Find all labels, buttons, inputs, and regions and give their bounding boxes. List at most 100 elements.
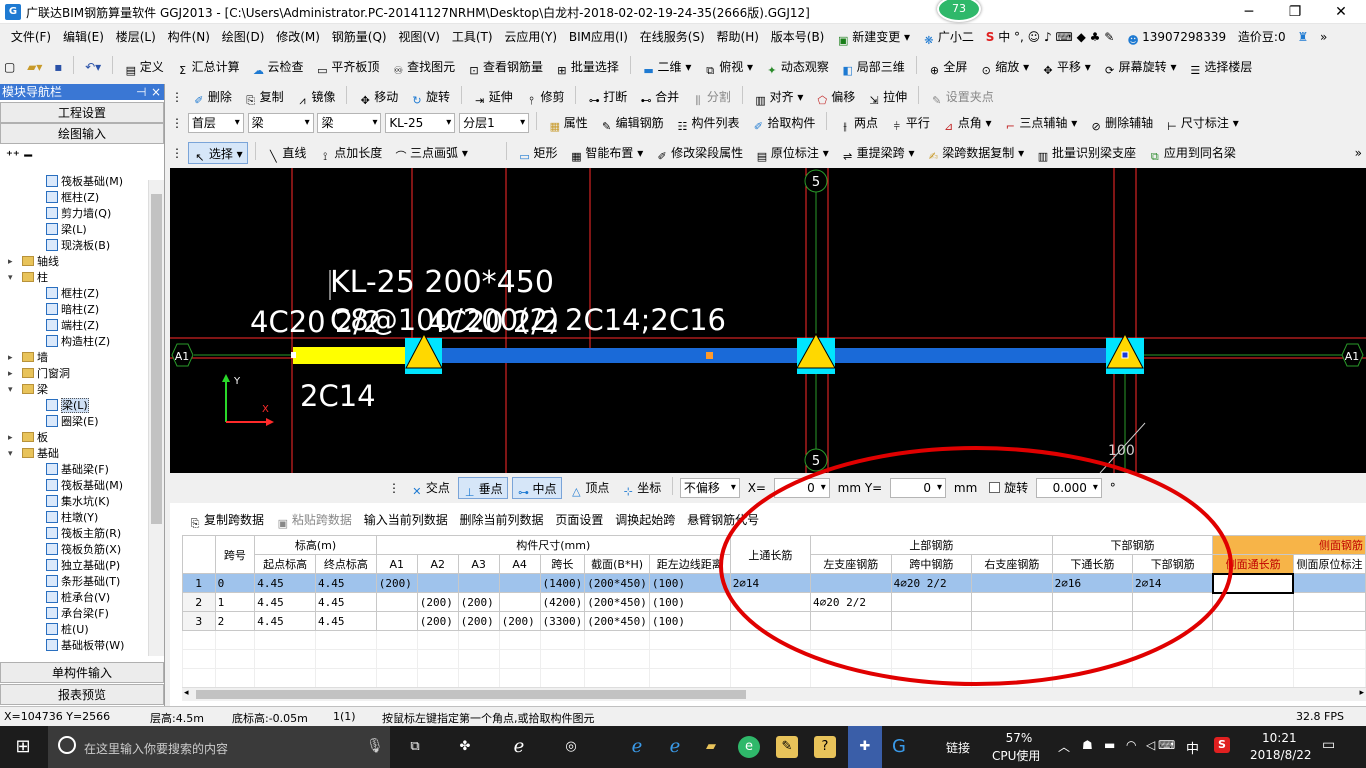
menu-bim[interactable]: BIM应用(I) <box>565 25 632 49</box>
menu-component[interactable]: 构件(N) <box>164 25 214 49</box>
windows-start-icon[interactable]: ⊞ <box>12 736 34 758</box>
notification-center-icon[interactable]: ▭ <box>1322 737 1335 753</box>
glodon-g-icon[interactable]: G <box>888 736 910 758</box>
close-button[interactable]: ✕ <box>1318 0 1364 24</box>
view-rebar-qty-button[interactable]: ⊡ 查看钢筋量 <box>463 56 547 78</box>
help-app-icon[interactable]: ? <box>814 736 836 758</box>
drawing-input-button[interactable]: 绘图输入 <box>0 123 164 144</box>
table-cell[interactable]: 4.45 <box>254 573 317 593</box>
menu-rebar-quantity[interactable]: 钢筋量(Q) <box>328 25 391 49</box>
table-cell[interactable] <box>416 573 459 593</box>
tree-item[interactable]: 端柱(Z) <box>0 318 148 334</box>
cloud-check-button[interactable]: ☁ 云检查 <box>247 56 307 78</box>
parallel-button[interactable]: ⫩ 平行 <box>886 112 934 134</box>
clock-time[interactable]: 10:21 <box>1262 731 1297 745</box>
menu-draw[interactable]: 绘图(D) <box>218 25 269 49</box>
layer-select[interactable]: 分层1 <box>459 113 530 133</box>
tree-item[interactable]: 基础梁(F) <box>0 462 148 478</box>
table-cell[interactable]: 4.45 <box>315 611 377 631</box>
break-button[interactable]: ⊶ 打断 <box>583 86 631 108</box>
pick-component-button[interactable]: ✐ 拾取构件 <box>747 112 819 134</box>
align-slab-top-button[interactable]: ▭ 平齐板顶 <box>311 56 383 78</box>
table-cell[interactable] <box>1292 611 1366 631</box>
tree-item[interactable]: 桩(U) <box>0 622 148 638</box>
delete-button[interactable]: ✐ 删除 <box>188 86 236 108</box>
coins-label[interactable]: 造价豆:0 <box>1234 25 1290 49</box>
page-settings-button[interactable]: 页面设置 <box>551 509 607 531</box>
tray-volume-icon[interactable]: ◁ <box>1146 738 1155 752</box>
mirror-button[interactable]: ⩘ 镜像 <box>292 86 340 108</box>
table-cell[interactable] <box>375 592 418 612</box>
local-3d-button[interactable]: ◧ 局部三维 <box>837 56 909 78</box>
menu-tools[interactable]: 工具(T) <box>448 25 497 49</box>
tree-item[interactable]: 梁(L) <box>0 222 148 238</box>
edit-rebar-button[interactable]: ✎ 编辑钢筋 <box>596 112 668 134</box>
table-cell[interactable] <box>498 573 541 593</box>
tray-wifi-icon[interactable]: ◠ <box>1126 738 1136 752</box>
chrome-app-icon[interactable]: ◎ <box>560 736 582 758</box>
tree-folder[interactable]: ▸ 轴线 <box>0 254 148 270</box>
menu-cloud[interactable]: 云应用(Y) <box>500 25 561 49</box>
extend-button[interactable]: ⇥ 延伸 <box>469 86 517 108</box>
tree-scroll-thumb[interactable] <box>151 194 162 524</box>
tree-item[interactable]: 筏板主筋(R) <box>0 526 148 542</box>
table-cell[interactable] <box>1292 573 1366 593</box>
expand-toggle-icon[interactable]: ▾ <box>8 446 13 462</box>
table-cell[interactable]: 1 <box>214 592 256 612</box>
user-phone[interactable]: ☻ 13907298339 <box>1122 25 1230 49</box>
table-cell[interactable] <box>457 573 500 593</box>
tree-item[interactable]: 构造柱(Z) <box>0 334 148 350</box>
expand-toggle-icon[interactable]: ▾ <box>8 270 13 286</box>
tree-item[interactable]: 筏板负筋(X) <box>0 542 148 558</box>
split-button[interactable]: ⫼ 分割 <box>687 86 735 108</box>
table-cell[interactable]: 4.45 <box>315 592 377 612</box>
dimension-dropdown[interactable]: ⊢ 尺寸标注 ▾ <box>1161 112 1243 134</box>
table-cell[interactable]: 4.45 <box>315 573 377 593</box>
tree-folder[interactable]: ▾ 基础 <box>0 446 148 462</box>
tree-item[interactable]: 圈梁(E) <box>0 414 148 430</box>
three-point-arc-dropdown[interactable]: ⌒ 三点画弧 ▾ <box>390 142 472 164</box>
menu-assistant[interactable]: ❋ 广小二 <box>918 25 978 49</box>
edge-browser-icon[interactable]: ℯ <box>508 736 530 758</box>
pinwheel-app-icon[interactable]: ✤ <box>454 736 476 758</box>
tray-keyboard-icon[interactable]: ⌨ <box>1158 738 1175 752</box>
expand-toggle-icon[interactable]: ▸ <box>8 254 13 270</box>
endpoint-grip[interactable] <box>1121 351 1129 359</box>
type-select[interactable]: 梁 <box>317 113 382 133</box>
merge-button[interactable]: ⊷ 合并 <box>635 86 683 108</box>
define-button[interactable]: ▤ 定义 <box>120 56 168 78</box>
tree-item[interactable]: 现浇板(B) <box>0 238 148 254</box>
modify-span-props-button[interactable]: ✐ 修改梁段属性 <box>651 142 747 164</box>
delete-axis-button[interactable]: ⊘ 删除辅轴 <box>1085 112 1157 134</box>
table-cell[interactable]: 4.45 <box>254 611 317 631</box>
pan-dropdown[interactable]: ✥ 平移 ▾ <box>1037 56 1095 78</box>
table-cell[interactable] <box>375 611 418 631</box>
table-cell[interactable]: (1400) <box>539 573 586 593</box>
copy-span-data-dropdown[interactable]: ✍ 梁跨数据复制 ▾ <box>922 142 1028 164</box>
table-cell[interactable]: 0 <box>214 573 256 593</box>
table-cell[interactable] <box>498 592 541 612</box>
component-select[interactable]: KL-25 <box>385 113 456 133</box>
in-situ-annotation-dropdown[interactable]: ▤ 原位标注 ▾ <box>751 142 833 164</box>
beam-body[interactable] <box>413 348 1138 363</box>
snap-vertex-button[interactable]: △ 顶点 <box>565 477 613 499</box>
tray-ime[interactable]: 中 <box>1186 738 1199 757</box>
overflow-chevron-icon[interactable]: » <box>1316 25 1331 49</box>
expand-toggle-icon[interactable]: ▸ <box>8 366 13 382</box>
properties-button[interactable]: ▦ 属性 <box>544 112 592 134</box>
endpoint-grip[interactable] <box>291 352 296 358</box>
menu-online[interactable]: 在线服务(S) <box>636 25 709 49</box>
tray-network-icon[interactable]: ▬ <box>1104 738 1115 752</box>
microphone-icon[interactable]: 🎙︎ <box>366 738 384 754</box>
align-dropdown[interactable]: ▥ 对齐 ▾ <box>750 86 808 108</box>
maximize-button[interactable]: ❐ <box>1272 0 1318 24</box>
midpoint-grip[interactable] <box>706 352 713 359</box>
tree-item[interactable]: 集水坑(K) <box>0 494 148 510</box>
table-cell[interactable]: 2 <box>214 611 256 631</box>
copy-span-data-button[interactable]: ⎘ 复制跨数据 <box>184 509 268 531</box>
ime-indicator[interactable]: S 中 °, ☺ ♪ ⌨ ◆ ♣ ✎ <box>982 25 1119 49</box>
delete-column-data-button[interactable]: 删除当前列数据 <box>456 509 548 531</box>
tree-item[interactable]: 框柱(Z) <box>0 190 148 206</box>
fullscreen-button[interactable]: ⊕ 全屏 <box>923 56 971 78</box>
table-cell[interactable]: (200*450) <box>584 611 650 631</box>
